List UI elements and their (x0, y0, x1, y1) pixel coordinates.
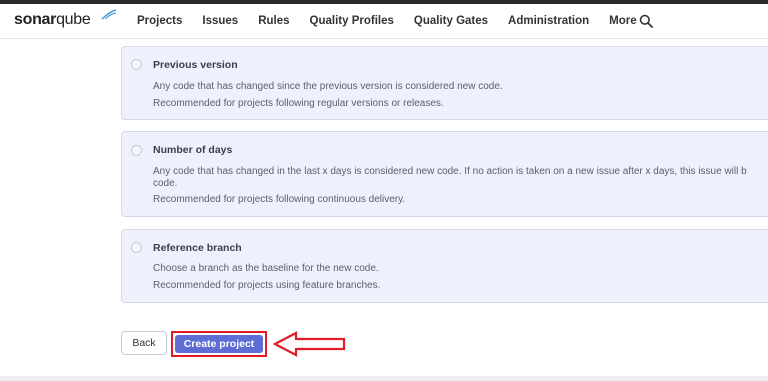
nav-rules[interactable]: Rules (258, 15, 289, 27)
sonarqube-logo[interactable]: sonarqube (14, 9, 117, 31)
search-icon[interactable] (639, 14, 653, 28)
nav-projects[interactable]: Projects (137, 15, 182, 27)
option-number-of-days[interactable]: Number of days Any code that has changed… (121, 131, 768, 217)
option-description: Choose a branch as the baseline for the … (153, 263, 379, 274)
back-button[interactable]: Back (121, 331, 167, 355)
option-recommendation: Recommended for projects following conti… (153, 194, 406, 205)
nav-issues[interactable]: Issues (202, 15, 238, 27)
option-description-cont: code. (153, 178, 178, 189)
top-navbar: sonarqube Projects Issues Rules Quality … (0, 4, 768, 39)
radio-previous-version[interactable] (131, 59, 142, 70)
nav-more[interactable]: More (609, 15, 636, 27)
option-title: Reference branch (153, 242, 242, 254)
nav-administration[interactable]: Administration (508, 15, 589, 27)
logo-waves-icon (101, 9, 117, 20)
main-nav: Projects Issues Rules Quality Profiles Q… (137, 4, 657, 38)
option-title: Number of days (153, 144, 233, 156)
radio-reference-branch[interactable] (131, 242, 142, 253)
option-title: Previous version (153, 59, 238, 71)
option-description: Any code that has changed in the last x … (153, 166, 747, 177)
footer-strip (0, 376, 768, 381)
new-code-definition-panel: Previous version Any code that has chang… (0, 39, 768, 376)
option-previous-version[interactable]: Previous version Any code that has chang… (121, 46, 768, 120)
option-recommendation: Recommended for projects using feature b… (153, 280, 381, 291)
option-recommendation: Recommended for projects following regul… (153, 98, 444, 109)
nav-quality-profiles[interactable]: Quality Profiles (310, 15, 394, 27)
nav-quality-gates[interactable]: Quality Gates (414, 15, 488, 27)
pointer-arrow-icon (272, 331, 346, 357)
option-reference-branch[interactable]: Reference branch Choose a branch as the … (121, 229, 768, 303)
create-project-highlight: Create project (171, 331, 267, 357)
radio-number-of-days[interactable] (131, 145, 142, 156)
option-description: Any code that has changed since the prev… (153, 81, 503, 92)
create-project-button[interactable]: Create project (175, 335, 263, 353)
